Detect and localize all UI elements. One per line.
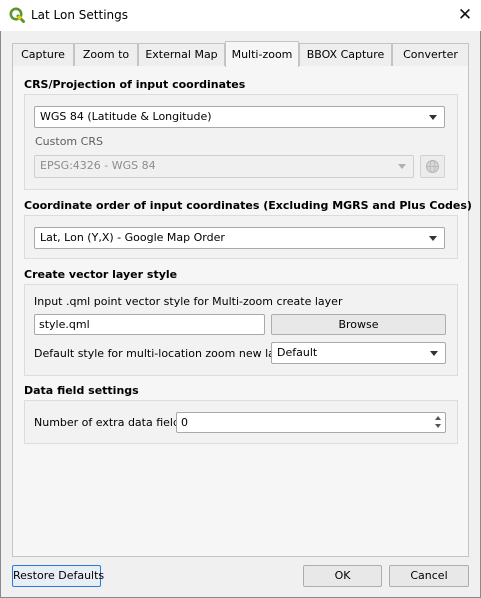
qml-style-label: Input .qml point vector style for Multi-… <box>34 295 343 308</box>
style-section-title: Create vector layer style <box>24 268 178 281</box>
extra-fields-spinbox[interactable]: 0 <box>176 412 446 433</box>
default-style-combobox[interactable]: Default <box>271 342 446 364</box>
order-section-title: Coordinate order of input coordinates (E… <box>24 199 472 212</box>
spin-up-icon[interactable] <box>433 414 444 422</box>
qgis-logo-icon <box>9 7 25 23</box>
tab-external-map[interactable]: External Map <box>138 43 225 66</box>
crs-selector-button[interactable] <box>420 155 445 178</box>
tab-zoom-to[interactable]: Zoom to <box>74 43 138 66</box>
tab-multi-zoom[interactable]: Multi-zoom <box>225 41 299 67</box>
ok-button[interactable]: OK <box>303 565 382 587</box>
globe-icon <box>426 160 439 173</box>
chevron-down-icon <box>429 115 437 120</box>
browse-button[interactable]: Browse <box>271 314 446 335</box>
close-icon[interactable]: ✕ <box>455 4 475 26</box>
projection-value: WGS 84 (Latitude & Longitude) <box>40 110 212 123</box>
chevron-down-icon <box>430 351 438 356</box>
data-section-title: Data field settings <box>24 384 139 397</box>
window-title: Lat Lon Settings <box>31 8 129 22</box>
default-style-value: Default <box>277 346 318 359</box>
tab-bbox-capture[interactable]: BBOX Capture <box>299 43 392 66</box>
custom-crs-value: EPSG:4326 - WGS 84 <box>40 159 156 172</box>
coordinate-order-value: Lat, Lon (Y,X) - Google Map Order <box>40 231 225 244</box>
coordinate-order-combobox[interactable]: Lat, Lon (Y,X) - Google Map Order <box>34 227 445 249</box>
tab-capture[interactable]: Capture <box>12 43 74 66</box>
custom-crs-label: Custom CRS <box>35 135 103 148</box>
chevron-down-icon <box>429 236 437 241</box>
projection-combobox[interactable]: WGS 84 (Latitude & Longitude) <box>34 106 445 128</box>
cancel-button[interactable]: Cancel <box>389 565 469 587</box>
crs-section-title: CRS/Projection of input coordinates <box>24 78 246 91</box>
tab-converter[interactable]: Converter <box>392 43 469 66</box>
custom-crs-combobox[interactable]: EPSG:4326 - WGS 84 <box>34 155 414 178</box>
spin-down-icon[interactable] <box>433 423 444 431</box>
extra-fields-value: 0 <box>181 416 188 429</box>
chevron-down-icon <box>398 164 406 169</box>
default-style-label: Default style for multi-location zoom ne… <box>34 347 299 360</box>
qml-style-input[interactable]: style.qml <box>34 314 265 335</box>
restore-defaults-button[interactable]: Restore Defaults <box>12 565 104 587</box>
extra-fields-label: Number of extra data fields <box>34 416 186 429</box>
